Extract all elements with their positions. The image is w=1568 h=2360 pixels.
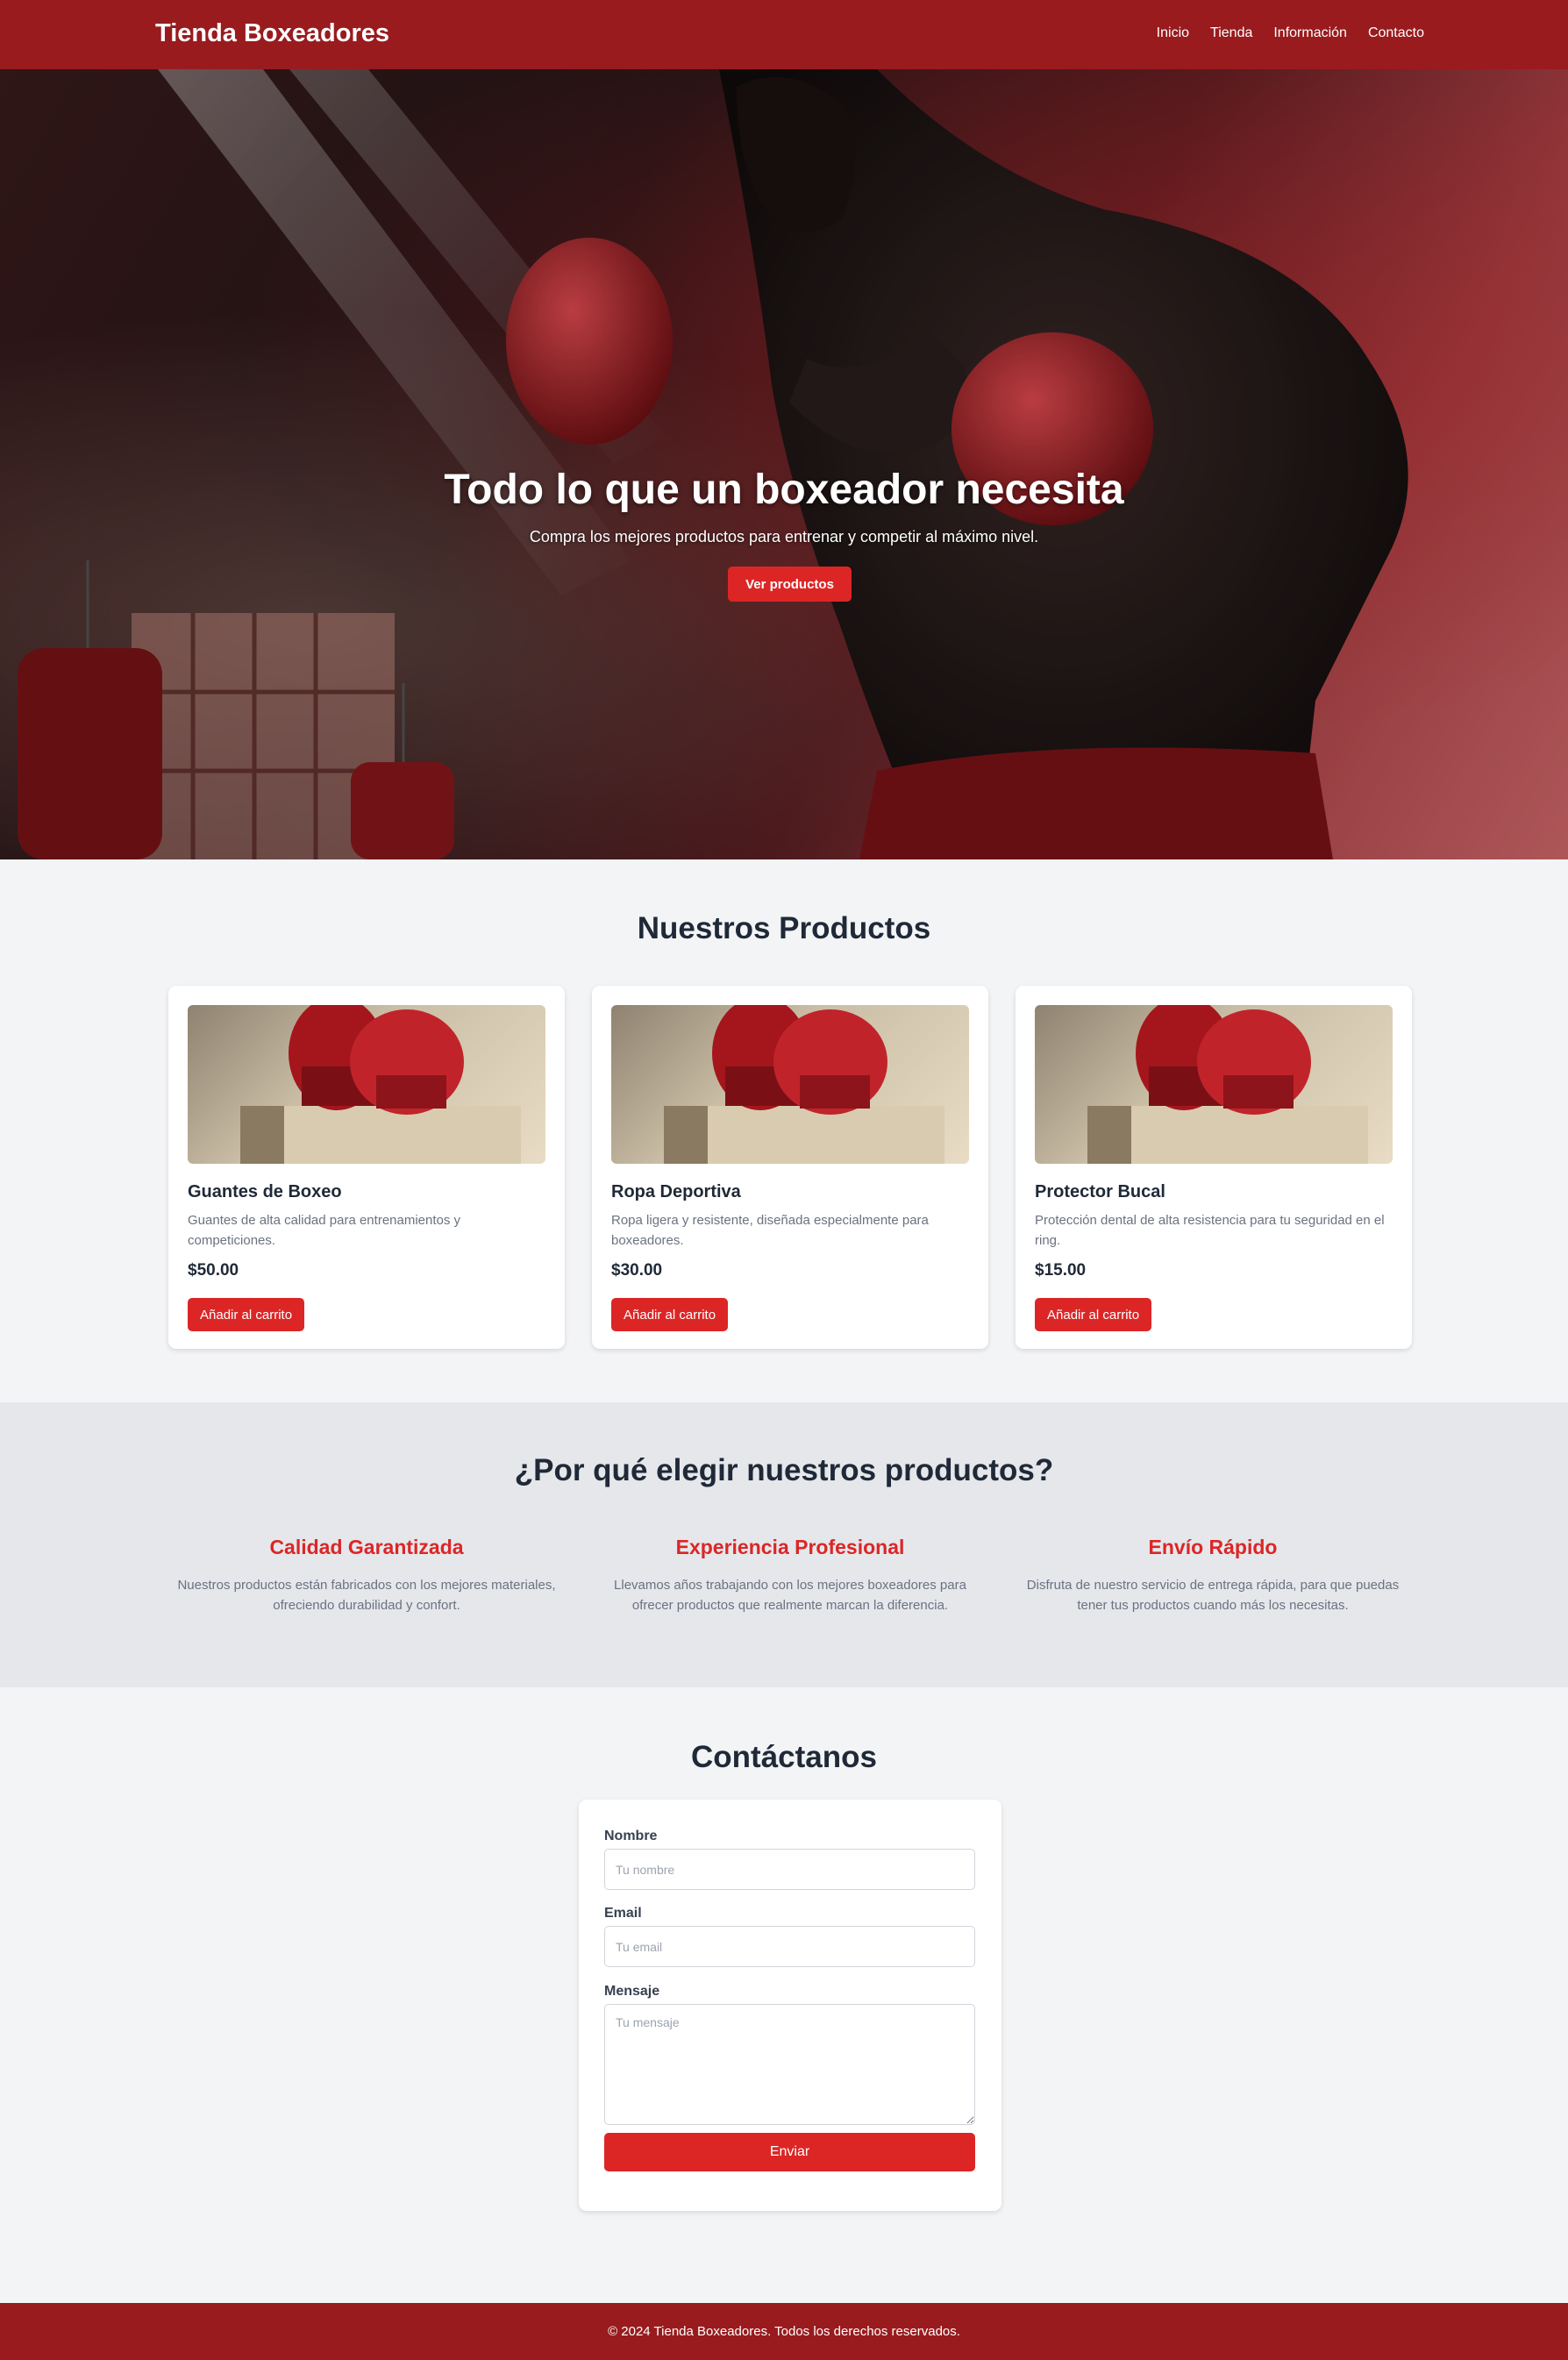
nav-link-inicio[interactable]: Inicio bbox=[1157, 25, 1189, 41]
product-price: $15.00 bbox=[1035, 1261, 1087, 1280]
site-brand[interactable]: Tienda Boxeadores bbox=[155, 19, 389, 48]
feature-title: Envío Rápido bbox=[1148, 1536, 1278, 1558]
product-description: Protección dental de alta resistencia pa… bbox=[1035, 1213, 1385, 1248]
feature-text: Disfruta de nuestro servicio de entrega … bbox=[1026, 1578, 1400, 1613]
name-label: Nombre bbox=[604, 1829, 658, 1843]
add-to-cart-button[interactable]: Añadir al carrito bbox=[188, 1298, 305, 1331]
name-input[interactable] bbox=[604, 1849, 975, 1890]
feature-item: Calidad Garantizada Nuestros productos e… bbox=[174, 1536, 559, 1615]
product-price: $30.00 bbox=[611, 1261, 663, 1280]
product-card: Guantes de Boxeo Guantes de alta calidad… bbox=[168, 986, 565, 1349]
view-products-button[interactable]: Ver productos bbox=[728, 567, 852, 602]
feature-text: Llevamos años trabajando con los mejores… bbox=[614, 1578, 966, 1613]
footer-copyright: © 2024 Tienda Boxeadores. Todos los dere… bbox=[608, 2324, 960, 2339]
site-header: Tienda Boxeadores Inicio Tienda Informac… bbox=[0, 0, 1568, 69]
product-name: Protector Bucal bbox=[1035, 1182, 1165, 1201]
hero-subtitle: Compra los mejores productos para entren… bbox=[529, 528, 1039, 545]
product-name: Ropa Deportiva bbox=[611, 1182, 741, 1201]
product-image bbox=[188, 1005, 545, 1164]
why-title: ¿Por qué elegir nuestros productos? bbox=[514, 1453, 1054, 1487]
nav-link-informacion[interactable]: Información bbox=[1273, 25, 1347, 41]
feature-item: Experiencia Profesional Llevamos años tr… bbox=[597, 1536, 983, 1615]
product-price: $50.00 bbox=[188, 1261, 239, 1280]
boxing-gloves-image bbox=[240, 1005, 521, 1164]
contact-title: Contáctanos bbox=[691, 1740, 877, 1774]
add-to-cart-button[interactable]: Añadir al carrito bbox=[611, 1298, 729, 1331]
products-title: Nuestros Productos bbox=[637, 911, 931, 945]
feature-text: Nuestros productos están fabricados con … bbox=[177, 1578, 556, 1613]
contact-section: Contáctanos Nombre Email Mensaje Enviar bbox=[0, 1687, 1568, 2303]
product-name: Guantes de Boxeo bbox=[188, 1182, 342, 1201]
product-description: Ropa ligera y resistente, diseñada espec… bbox=[611, 1213, 929, 1248]
message-textarea[interactable] bbox=[604, 2004, 975, 2125]
products-section: Nuestros Productos Guantes de Boxeo Guan… bbox=[0, 859, 1568, 1402]
hero-title: Todo lo que un boxeador necesita bbox=[444, 467, 1124, 513]
hero-overlay bbox=[0, 69, 1568, 859]
nav-link-contacto[interactable]: Contacto bbox=[1368, 25, 1424, 41]
message-label: Mensaje bbox=[604, 1984, 660, 1999]
add-to-cart-button[interactable]: Añadir al carrito bbox=[1035, 1298, 1152, 1331]
main-nav: Inicio Tienda Información Contacto bbox=[1157, 25, 1424, 41]
feature-item: Envío Rápido Disfruta de nuestro servici… bbox=[1020, 1536, 1406, 1615]
contact-form: Nombre Email Mensaje Enviar bbox=[579, 1800, 1001, 2211]
product-image bbox=[611, 1005, 969, 1164]
feature-title: Calidad Garantizada bbox=[269, 1536, 464, 1558]
site-footer: © 2024 Tienda Boxeadores. Todos los dere… bbox=[0, 2303, 1568, 2360]
boxing-gloves-image bbox=[1087, 1005, 1368, 1164]
product-card: Ropa Deportiva Ropa ligera y resistente,… bbox=[592, 986, 988, 1349]
send-button[interactable]: Enviar bbox=[604, 2133, 975, 2171]
product-description: Guantes de alta calidad para entrenamien… bbox=[188, 1213, 461, 1248]
hero-section: Todo lo que un boxeador necesita Compra … bbox=[0, 69, 1568, 859]
feature-title: Experiencia Profesional bbox=[675, 1536, 905, 1558]
email-label: Email bbox=[604, 1906, 642, 1921]
product-card: Protector Bucal Protección dental de alt… bbox=[1016, 986, 1412, 1349]
email-input[interactable] bbox=[604, 1926, 975, 1967]
boxing-gloves-image bbox=[664, 1005, 944, 1164]
nav-link-tienda[interactable]: Tienda bbox=[1210, 25, 1252, 41]
product-image bbox=[1035, 1005, 1393, 1164]
why-section: ¿Por qué elegir nuestros productos? Cali… bbox=[0, 1402, 1568, 1687]
